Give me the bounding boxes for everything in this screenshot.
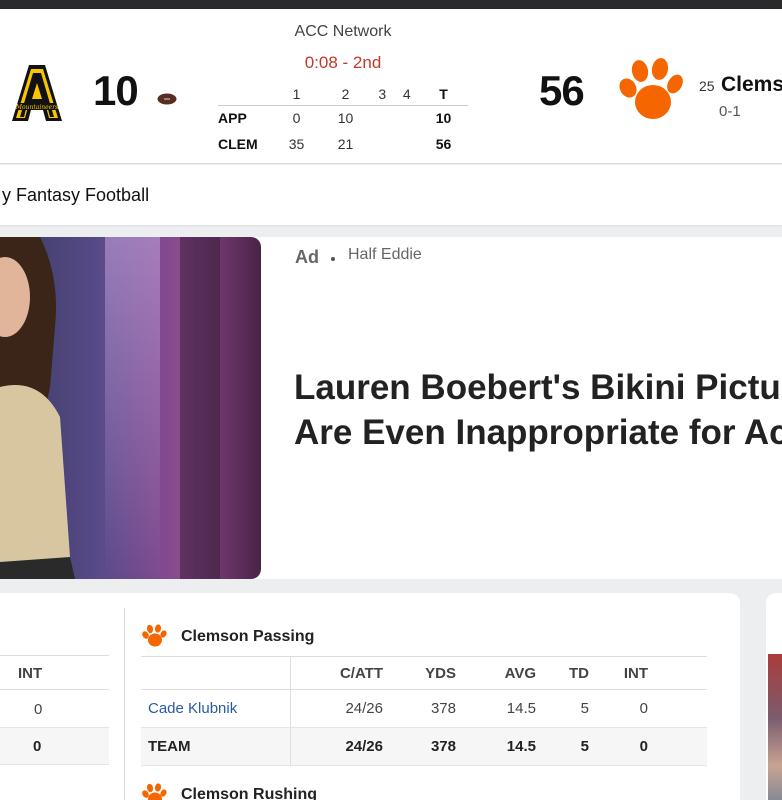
ad-source[interactable]: Half Eddie [348, 246, 422, 264]
team-row-bg [0, 727, 109, 765]
quarter-score: 10 [337, 110, 354, 127]
team-abbr: APP [218, 110, 247, 127]
ad-label: Ad [295, 247, 319, 267]
clemson-paw-icon [142, 783, 167, 800]
col-header: C/ATT [290, 656, 383, 690]
stat-cell: 0 [589, 727, 648, 766]
browser-top-bar [0, 0, 782, 9]
ad-headline-line: Are Even Inappropriate for Ac [294, 413, 782, 452]
team-int-value: 0 [33, 738, 42, 755]
home-score: 56 [539, 67, 585, 114]
quarter-score: 35 [288, 136, 305, 152]
table-rule [0, 689, 109, 690]
ad-headline[interactable]: Lauren Boebert's Bikini Pictu Are Even I… [294, 365, 782, 455]
table-row-team: TEAM 24/26 378 14.5 5 0 [141, 727, 707, 766]
period-header: 4 [394, 83, 419, 106]
player-name-cell: Cade Klubnik [141, 689, 291, 728]
fantasy-football-bar: y Fantasy Football [0, 165, 782, 225]
broadcast-network: ACC Network [294, 23, 392, 40]
quarter-score [394, 105, 419, 131]
col-header: INT [589, 656, 648, 690]
away-score: 10 [93, 67, 139, 114]
linescore-table: 1 2 3 4 T APP 0 10 10 CLEM 35 21 56 [218, 83, 468, 157]
quarter-score [370, 105, 395, 131]
clemson-paw-logo-icon[interactable] [616, 58, 684, 124]
period-header: 2 [320, 83, 370, 106]
total-score: 56 [435, 136, 452, 152]
ad-headline-line: Lauren Boebert's Bikini Pictu [294, 368, 781, 407]
col-header: AVG [456, 656, 536, 690]
ad-image[interactable] [0, 237, 261, 579]
clemson-passing-table: C/ATT YDS AVG TD INT Cade Klubnik 24/26 … [141, 656, 707, 766]
fantasy-football-link[interactable]: y Fantasy Football [2, 185, 149, 206]
adjacent-card-image[interactable] [768, 654, 782, 800]
team-label-cell: TEAM [141, 727, 291, 766]
quarter-score: 21 [337, 136, 354, 152]
possession-football-icon [157, 93, 177, 105]
home-team-rank: 25 [699, 78, 715, 94]
clemson-paw-icon [142, 624, 167, 647]
stat-cell: 14.5 [456, 689, 536, 728]
linescore-header-row: 1 2 3 4 T [218, 83, 468, 106]
stat-cell: 0 [589, 689, 648, 728]
stat-cell: 24/26 [290, 689, 383, 728]
table-rule [0, 655, 109, 656]
total-score: 10 [435, 110, 452, 127]
app-state-logo-icon[interactable]: Mountaineers [10, 63, 64, 125]
stat-cell: 14.5 [456, 727, 536, 766]
int-header: INT [18, 665, 43, 682]
table-row: Cade Klubnik 24/26 378 14.5 5 0 [141, 689, 707, 728]
linescore-row-home: CLEM 35 21 56 [218, 131, 468, 157]
scoreboard: Mountaineers 10 ACC Network 0:08 - 2nd 1… [0, 9, 782, 164]
svg-text:Mountaineers: Mountaineers [15, 104, 58, 111]
column-divider [124, 608, 125, 800]
adjacent-card[interactable] [766, 593, 782, 800]
linescore-row-away: APP 0 10 10 [218, 105, 468, 131]
int-value: 0 [34, 701, 43, 718]
stat-cell: 5 [536, 727, 589, 766]
period-header: 1 [272, 83, 321, 106]
col-header: YDS [383, 656, 456, 690]
advertisement[interactable]: Ad Half Eddie Lauren Boebert's Bikini Pi… [0, 237, 782, 579]
game-clock: 0:08 - 2nd [304, 53, 382, 72]
quarter-score: 0 [292, 110, 301, 127]
home-team-name[interactable]: Clems [721, 73, 782, 97]
table-header-row: C/ATT YDS AVG TD INT [141, 656, 707, 690]
player-link[interactable]: Cade Klubnik [148, 700, 237, 717]
clemson-rushing-title: Clemson Rushing [181, 786, 318, 800]
period-header-total: T [419, 83, 468, 106]
separator-dot [331, 257, 335, 261]
home-team-record: 0-1 [719, 103, 741, 120]
clemson-passing-title: Clemson Passing [181, 628, 315, 645]
stat-cell: 378 [383, 689, 456, 728]
quarter-score [370, 131, 395, 157]
period-header: 3 [369, 83, 395, 106]
team-abbr: CLEM [218, 136, 258, 152]
stat-cell: 24/26 [290, 727, 383, 766]
col-header: TD [536, 656, 589, 690]
stat-cell: 5 [536, 689, 589, 728]
quarter-score [394, 131, 419, 157]
stat-cell: 378 [383, 727, 456, 766]
